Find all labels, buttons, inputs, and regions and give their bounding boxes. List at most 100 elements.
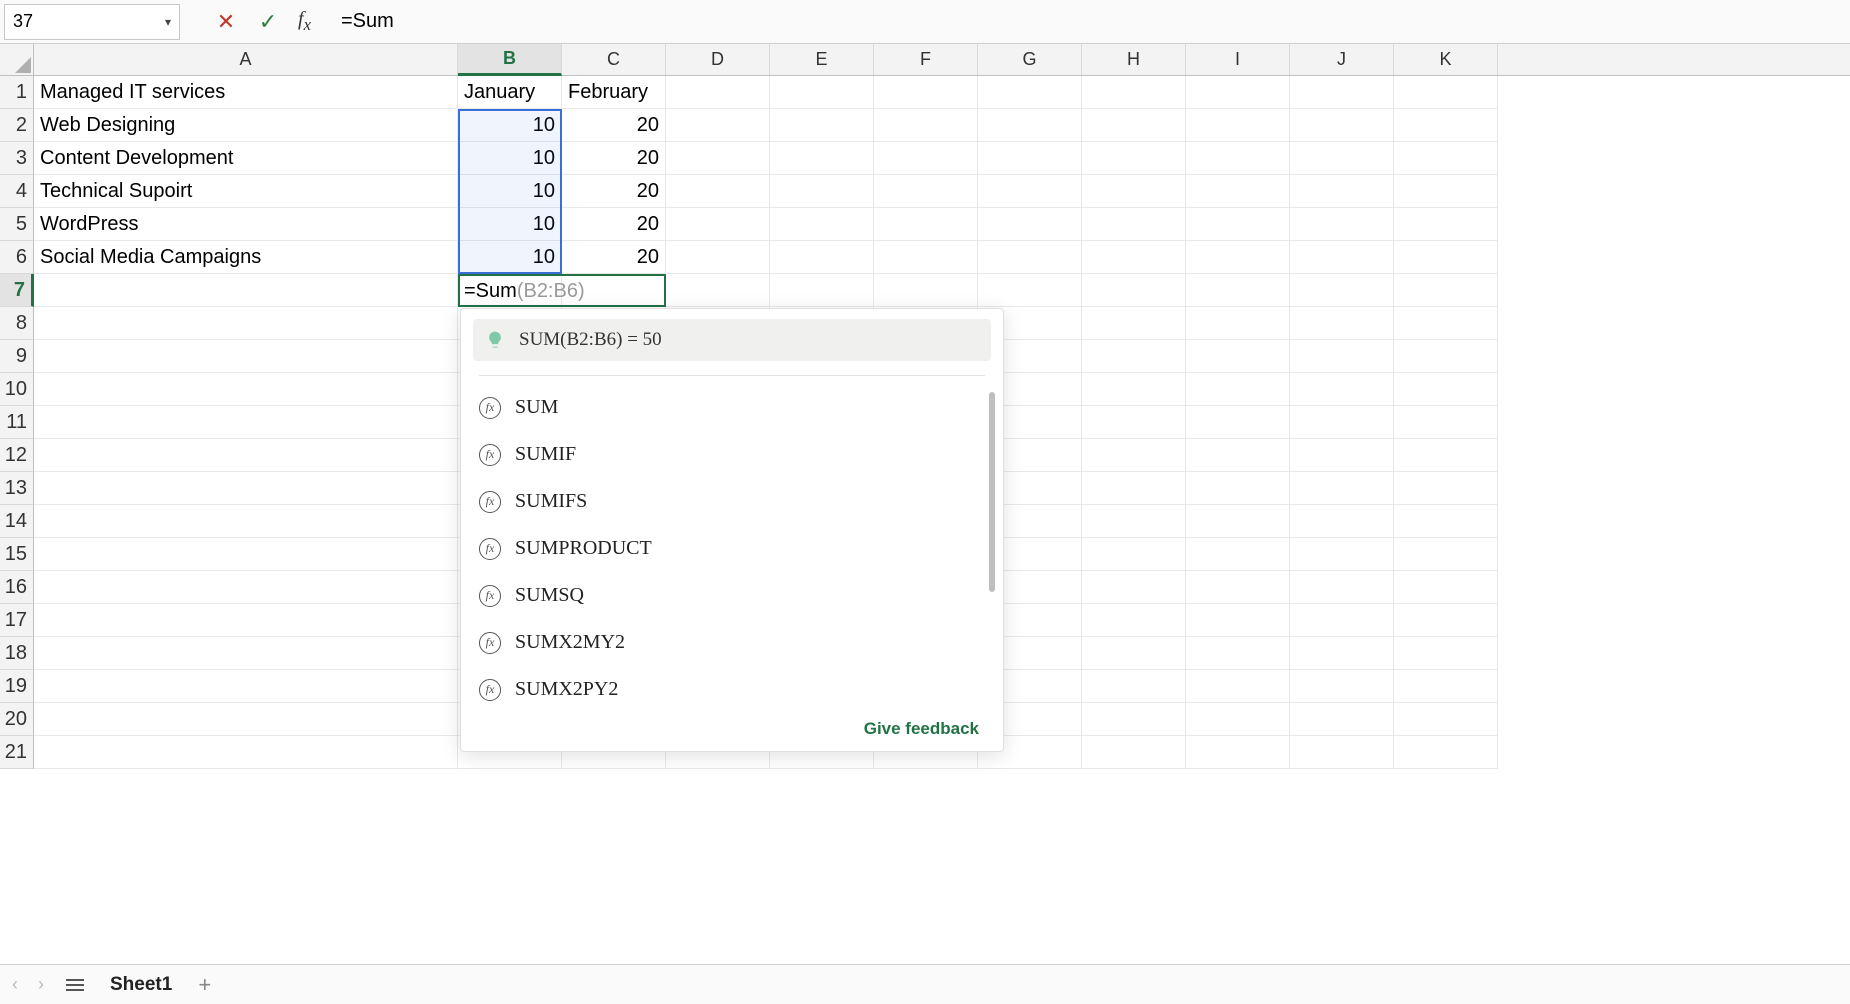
cell[interactable] [1082, 373, 1186, 406]
cell[interactable] [1082, 670, 1186, 703]
cell[interactable] [1290, 406, 1394, 439]
cell[interactable] [1394, 274, 1498, 307]
cell[interactable]: Content Development [34, 142, 458, 175]
cell[interactable] [666, 208, 770, 241]
sheet-list-icon[interactable] [60, 979, 90, 991]
cell[interactable] [1290, 142, 1394, 175]
fx-icon[interactable]: fx [298, 8, 311, 35]
row-header[interactable]: 21 [0, 736, 34, 769]
cell[interactable]: 10 [458, 241, 562, 274]
cell[interactable] [1082, 736, 1186, 769]
cell[interactable] [874, 241, 978, 274]
cell[interactable] [34, 472, 458, 505]
row-header[interactable]: 17 [0, 604, 34, 637]
cell[interactable] [1394, 175, 1498, 208]
cell[interactable] [1394, 76, 1498, 109]
cell[interactable] [874, 142, 978, 175]
cell[interactable] [1394, 406, 1498, 439]
cell[interactable] [1186, 703, 1290, 736]
cell[interactable] [34, 637, 458, 670]
col-header-K[interactable]: K [1394, 44, 1498, 75]
cell[interactable] [770, 109, 874, 142]
row-header[interactable]: 8 [0, 307, 34, 340]
cell[interactable] [34, 538, 458, 571]
cell[interactable] [1186, 307, 1290, 340]
cell[interactable] [770, 142, 874, 175]
cell[interactable] [34, 439, 458, 472]
cell[interactable] [1290, 505, 1394, 538]
row-header[interactable]: 6 [0, 241, 34, 274]
cell[interactable] [1290, 472, 1394, 505]
select-all-corner[interactable] [0, 44, 34, 75]
scrollbar[interactable] [989, 392, 995, 592]
cell[interactable] [874, 208, 978, 241]
cell[interactable] [874, 175, 978, 208]
row-header[interactable]: 20 [0, 703, 34, 736]
cell[interactable] [666, 241, 770, 274]
formula-function-item[interactable]: fxSUM [461, 384, 1003, 431]
formula-function-item[interactable]: fxSUMSQ [461, 572, 1003, 619]
cell[interactable] [34, 703, 458, 736]
cell[interactable] [1394, 373, 1498, 406]
cell[interactable] [1394, 439, 1498, 472]
col-header-C[interactable]: C [562, 44, 666, 75]
cell[interactable] [978, 208, 1082, 241]
cell[interactable] [1290, 340, 1394, 373]
cell[interactable] [34, 307, 458, 340]
cell[interactable] [1186, 439, 1290, 472]
cell[interactable] [34, 274, 458, 307]
cell[interactable] [1290, 373, 1394, 406]
cell[interactable] [874, 109, 978, 142]
cell[interactable] [1186, 670, 1290, 703]
cell[interactable] [1186, 175, 1290, 208]
formula-suggestion[interactable]: SUM(B2:B6) = 50 [473, 319, 991, 361]
cell[interactable] [1186, 538, 1290, 571]
formula-function-item[interactable]: fxSUMPRODUCT [461, 525, 1003, 572]
cell[interactable] [1186, 637, 1290, 670]
cell[interactable] [1394, 208, 1498, 241]
cell[interactable] [1082, 637, 1186, 670]
cell[interactable] [1290, 736, 1394, 769]
cell[interactable] [1082, 241, 1186, 274]
cell[interactable] [1394, 604, 1498, 637]
cell[interactable] [1290, 538, 1394, 571]
cell[interactable] [770, 274, 874, 307]
cell[interactable] [1186, 604, 1290, 637]
row-header[interactable]: 15 [0, 538, 34, 571]
cell[interactable] [1394, 703, 1498, 736]
row-header[interactable]: 1 [0, 76, 34, 109]
row-header[interactable]: 18 [0, 637, 34, 670]
name-box[interactable]: 37 ▾ [4, 4, 180, 40]
col-header-B[interactable]: B [458, 44, 562, 76]
row-header[interactable]: 4 [0, 175, 34, 208]
cell[interactable] [34, 406, 458, 439]
active-cell-formula[interactable]: =Sum(B2:B6) [464, 280, 585, 303]
cell[interactable] [1394, 670, 1498, 703]
cell[interactable] [1290, 208, 1394, 241]
cell[interactable] [770, 175, 874, 208]
formula-function-item[interactable]: fxSUMX2PY2 [461, 666, 1003, 713]
cell[interactable] [1394, 505, 1498, 538]
cell[interactable]: 20 [562, 208, 666, 241]
cell[interactable] [1394, 571, 1498, 604]
cell[interactable]: January [458, 76, 562, 109]
cell[interactable] [1082, 142, 1186, 175]
cell[interactable]: 10 [458, 175, 562, 208]
cell[interactable]: 10 [458, 208, 562, 241]
cell[interactable]: WordPress [34, 208, 458, 241]
cell[interactable]: 10 [458, 109, 562, 142]
col-header-E[interactable]: E [770, 44, 874, 75]
cell[interactable] [1186, 76, 1290, 109]
cell[interactable] [666, 274, 770, 307]
cell[interactable] [1290, 604, 1394, 637]
row-header[interactable]: 11 [0, 406, 34, 439]
cell[interactable] [1394, 472, 1498, 505]
cell[interactable] [978, 241, 1082, 274]
cell[interactable]: Social Media Campaigns [34, 241, 458, 274]
cell[interactable] [978, 274, 1082, 307]
sheet-next-icon[interactable]: › [34, 974, 48, 995]
sheet-prev-icon[interactable]: ‹ [8, 974, 22, 995]
row-header[interactable]: 19 [0, 670, 34, 703]
cell[interactable] [666, 76, 770, 109]
cell[interactable] [1082, 439, 1186, 472]
